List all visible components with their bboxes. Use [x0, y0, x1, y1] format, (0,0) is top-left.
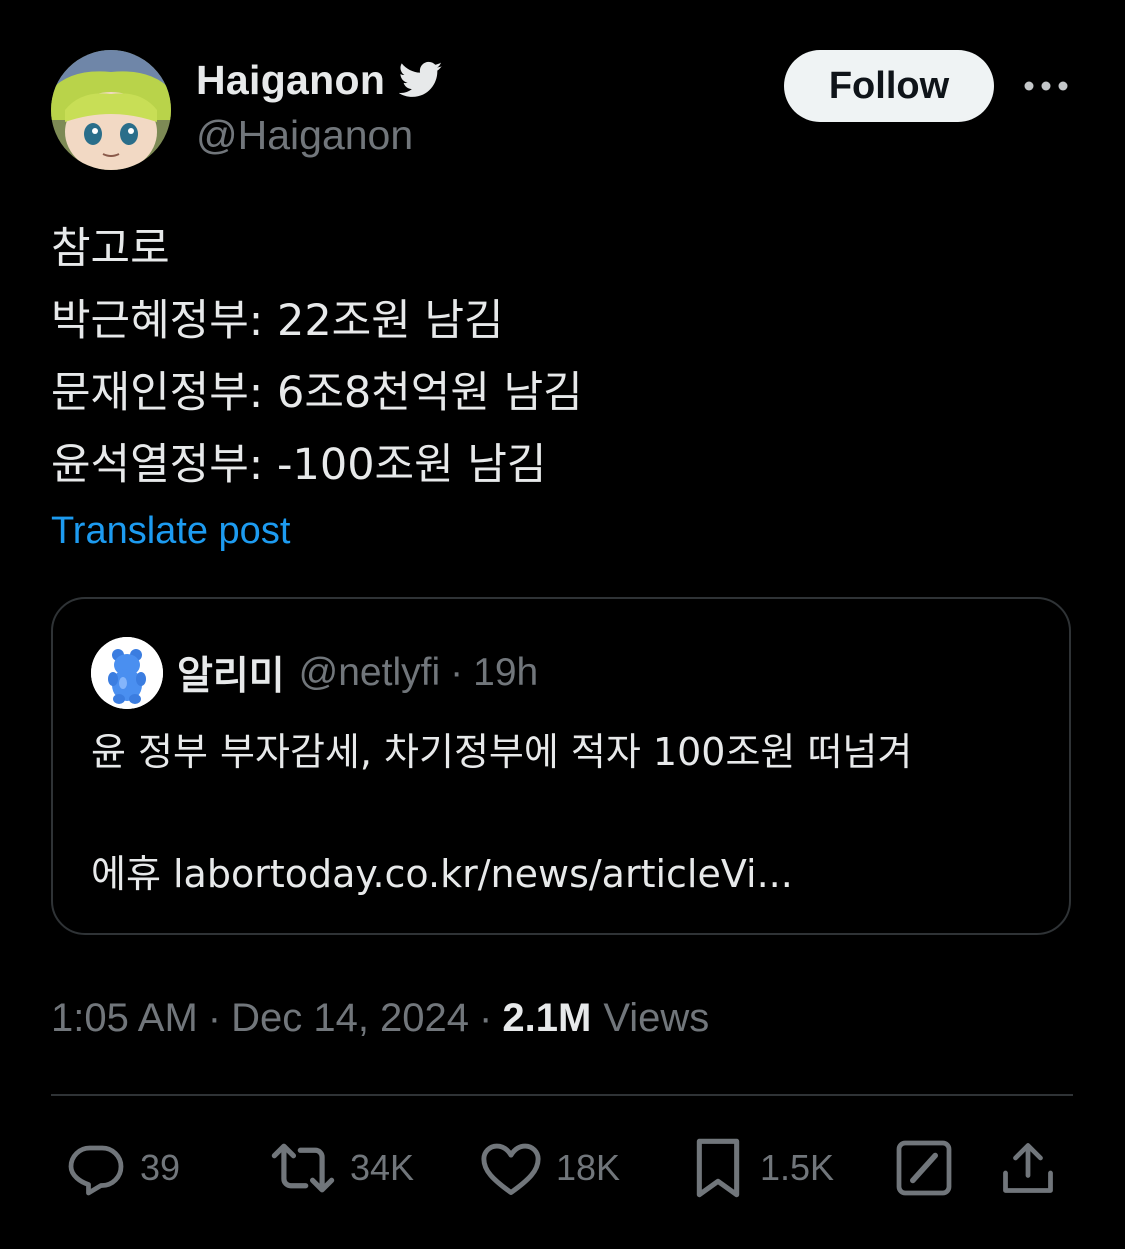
share-icon — [1003, 1143, 1053, 1193]
quoted-post-card[interactable]: 알리미 @netlyfi · 19h 윤 정부 부자감세, 차기정부에 적자 1… — [51, 597, 1071, 935]
follow-button[interactable]: Follow — [784, 50, 994, 122]
repost-button[interactable]: 34K — [270, 1136, 414, 1200]
twitter-bird-icon — [398, 61, 443, 99]
post-line: 참고로 — [51, 224, 170, 274]
translate-post-link[interactable]: Translate post — [51, 510, 290, 553]
views-count: 2.1M — [502, 995, 592, 1040]
post-meta: 1:05 AM · Dec 14, 2024 · 2.1M Views — [51, 990, 709, 1046]
reply-button[interactable]: 39 — [66, 1136, 180, 1200]
meta-separator: · — [207, 995, 222, 1040]
gummy-bear-icon — [91, 637, 163, 709]
grok-icon — [896, 1140, 952, 1196]
post-line: 박근혜정부: 22조원 남김 — [51, 296, 504, 346]
quote-separator: · — [450, 651, 464, 694]
quote-avatar[interactable] — [91, 637, 163, 709]
quote-author-name[interactable]: 알리미 — [177, 645, 285, 701]
repost-count: 34K — [350, 1147, 415, 1188]
post-text: 참고로 박근혜정부: 22조원 남김 문재인정부: 6조8천억원 남김 윤석열정… — [51, 213, 1071, 501]
quote-author-handle[interactable]: @netlyfi — [299, 651, 440, 695]
quote-timestamp[interactable]: 19h — [473, 651, 538, 695]
author-handle[interactable]: @Haiganon — [196, 112, 413, 159]
quote-text-line[interactable]: 에휴 labortoday.co.kr/news/articleVi... — [91, 843, 793, 898]
author-name[interactable]: Haiganon — [196, 57, 385, 104]
bookmark-count: 1.5K — [760, 1147, 835, 1188]
reply-count: 39 — [140, 1147, 181, 1188]
quote-text-line: 윤 정부 부자감세, 차기정부에 적자 100조원 떠넘겨 — [91, 730, 913, 774]
more-options-button[interactable] — [1016, 66, 1076, 106]
bookmark-button[interactable]: 1.5K — [690, 1136, 834, 1200]
author-name-row: Haiganon — [196, 52, 443, 108]
heart-icon — [481, 1143, 541, 1195]
repost-icon — [271, 1143, 335, 1193]
share-button[interactable] — [998, 1136, 1058, 1200]
views-label: Views — [603, 995, 710, 1040]
reply-icon — [68, 1145, 124, 1196]
meta-separator: · — [479, 995, 493, 1040]
author-avatar[interactable] — [51, 50, 171, 170]
divider — [51, 1094, 1073, 1096]
post-line: 윤석열정부: -100조원 남김 — [51, 440, 547, 490]
like-button[interactable]: 18K — [480, 1136, 620, 1200]
grok-button[interactable] — [894, 1136, 954, 1200]
bookmark-icon — [696, 1138, 740, 1198]
post-date[interactable]: Dec 14, 2024 — [231, 996, 469, 1041]
quote-header: 알리미 @netlyfi · 19h — [177, 643, 538, 703]
post-time[interactable]: 1:05 AM — [51, 996, 198, 1041]
like-count: 18K — [556, 1147, 621, 1188]
post-line: 문재인정부: 6조8천억원 남김 — [51, 368, 583, 418]
more-dots-icon — [1024, 81, 1068, 91]
